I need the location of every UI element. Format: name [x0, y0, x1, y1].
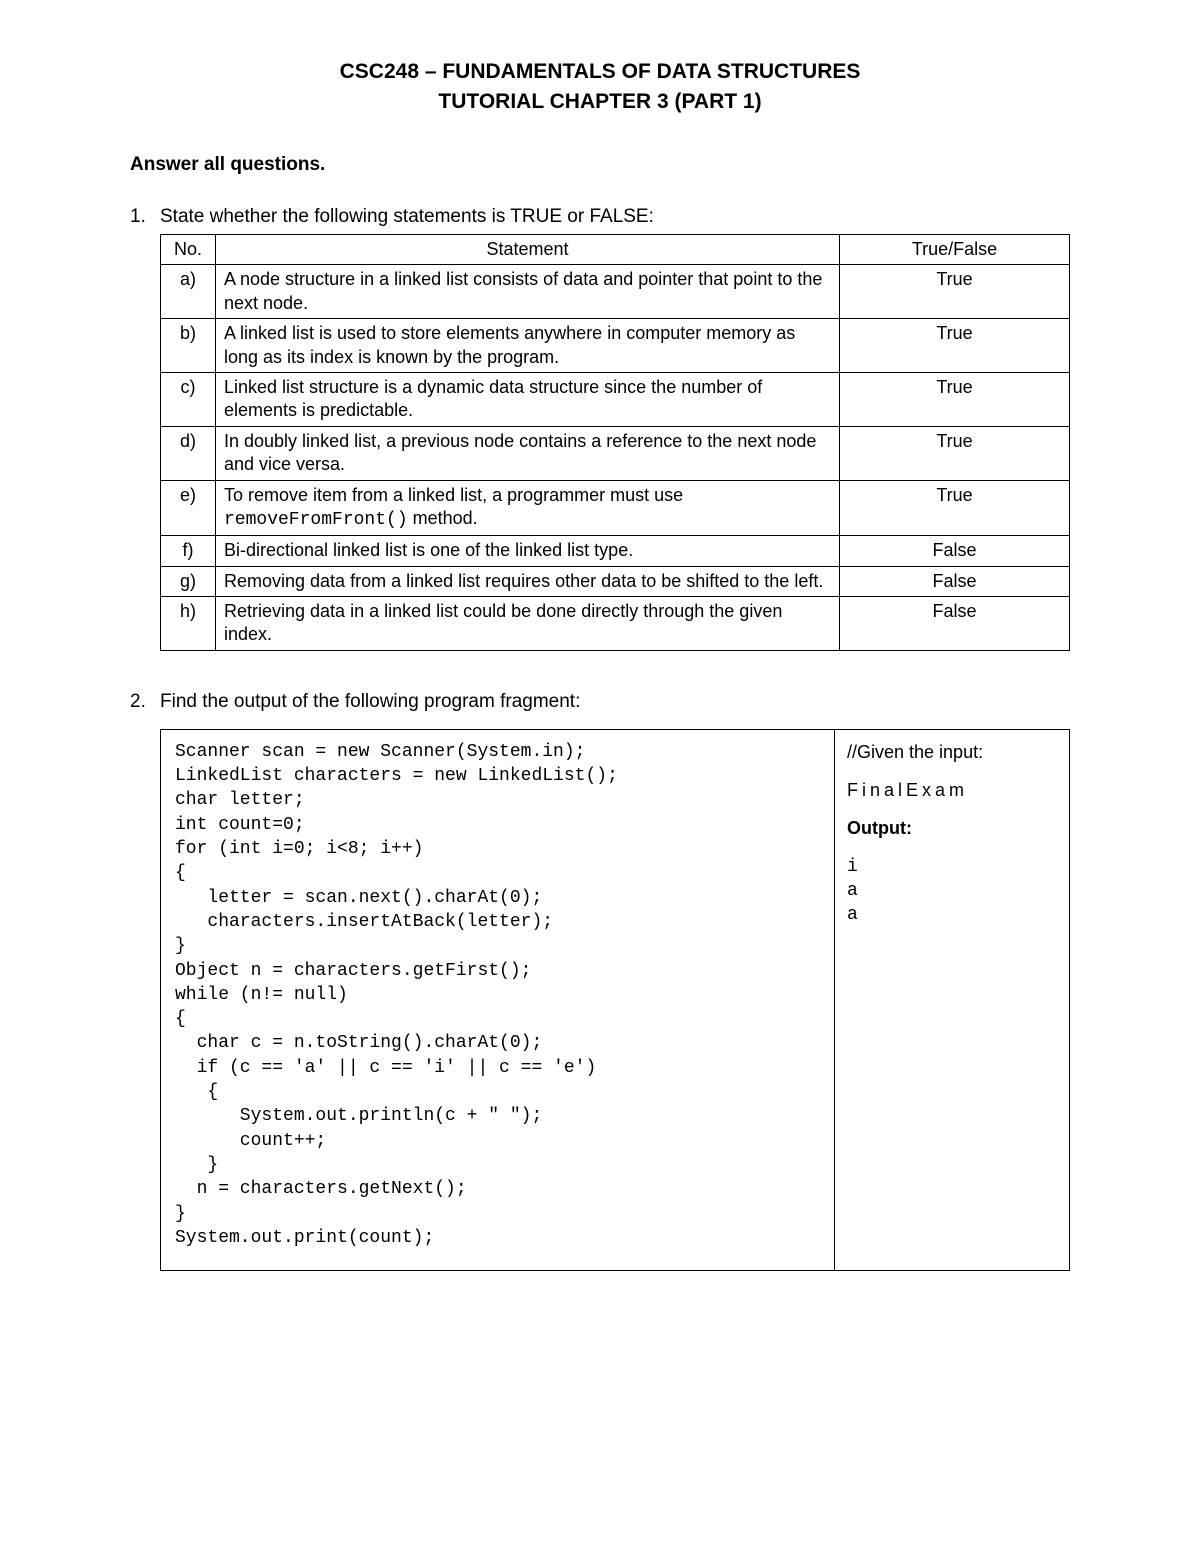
row-truefalse: True	[840, 265, 1070, 319]
row-truefalse: True	[840, 319, 1070, 373]
table-header-no: No.	[161, 235, 216, 265]
row-no: f)	[161, 536, 216, 566]
table-row: d) In doubly linked list, a previous nod…	[161, 426, 1070, 480]
question-prompt: Find the output of the following program…	[160, 691, 580, 713]
row-no: g)	[161, 566, 216, 596]
row-statement: Bi-directional linked list is one of the…	[216, 536, 840, 566]
row-statement: A linked list is used to store elements …	[216, 319, 840, 373]
question-number: 2.	[130, 691, 160, 713]
row-no: d)	[161, 426, 216, 480]
table-header-statement: Statement	[216, 235, 840, 265]
table-row: f) Bi-directional linked list is one of …	[161, 536, 1070, 566]
row-statement: To remove item from a linked list, a pro…	[216, 480, 840, 536]
table-row: g) Removing data from a linked list requ…	[161, 566, 1070, 596]
row-no: e)	[161, 480, 216, 536]
row-no: a)	[161, 265, 216, 319]
row-statement: In doubly linked list, a previous node c…	[216, 426, 840, 480]
row-no: b)	[161, 319, 216, 373]
row-truefalse: True	[840, 426, 1070, 480]
given-input-label: //Given the input:	[847, 740, 1057, 764]
tutorial-title: TUTORIAL CHAPTER 3 (PART 1)	[130, 90, 1070, 114]
output-panel: //Given the input: FinalExam Output: i a…	[834, 730, 1069, 1270]
table-header-row: No. Statement True/False	[161, 235, 1070, 265]
table-row: e) To remove item from a linked list, a …	[161, 480, 1070, 536]
row-statement-code: removeFromFront()	[224, 510, 408, 530]
given-input-value: FinalExam	[847, 778, 1057, 802]
output-label: Output:	[847, 816, 1057, 840]
question-number: 1.	[130, 206, 160, 228]
output-line: a	[847, 903, 1057, 927]
table-row: a) A node structure in a linked list con…	[161, 265, 1070, 319]
row-statement: A node structure in a linked list consis…	[216, 265, 840, 319]
row-statement: Retrieving data in a linked list could b…	[216, 597, 840, 651]
true-false-table: No. Statement True/False a) A node struc…	[160, 234, 1070, 651]
row-statement: Removing data from a linked list require…	[216, 566, 840, 596]
code-fragment: Scanner scan = new Scanner(System.in); L…	[161, 730, 834, 1270]
question-1: 1. State whether the following statement…	[130, 206, 1070, 651]
row-statement: Linked list structure is a dynamic data …	[216, 372, 840, 426]
code-output-box: Scanner scan = new Scanner(System.in); L…	[160, 729, 1070, 1271]
row-truefalse: True	[840, 372, 1070, 426]
table-row: c) Linked list structure is a dynamic da…	[161, 372, 1070, 426]
table-header-truefalse: True/False	[840, 235, 1070, 265]
document-header: CSC248 – FUNDAMENTALS OF DATA STRUCTURES…	[130, 60, 1070, 114]
table-row: b) A linked list is used to store elemen…	[161, 319, 1070, 373]
row-truefalse: False	[840, 536, 1070, 566]
output-line: a	[847, 879, 1057, 903]
document-page: CSC248 – FUNDAMENTALS OF DATA STRUCTURES…	[0, 0, 1200, 1553]
row-truefalse: False	[840, 597, 1070, 651]
row-statement-pre: To remove item from a linked list, a pro…	[224, 485, 683, 505]
row-no: h)	[161, 597, 216, 651]
row-statement-post: method.	[408, 508, 478, 528]
instruction-text: Answer all questions.	[130, 154, 1070, 176]
output-line: i	[847, 855, 1057, 879]
row-truefalse: False	[840, 566, 1070, 596]
row-no: c)	[161, 372, 216, 426]
table-row: h) Retrieving data in a linked list coul…	[161, 597, 1070, 651]
question-2: 2. Find the output of the following prog…	[130, 691, 1070, 1271]
course-title: CSC248 – FUNDAMENTALS OF DATA STRUCTURES	[130, 60, 1070, 84]
row-truefalse: True	[840, 480, 1070, 536]
question-prompt: State whether the following statements i…	[160, 206, 654, 228]
